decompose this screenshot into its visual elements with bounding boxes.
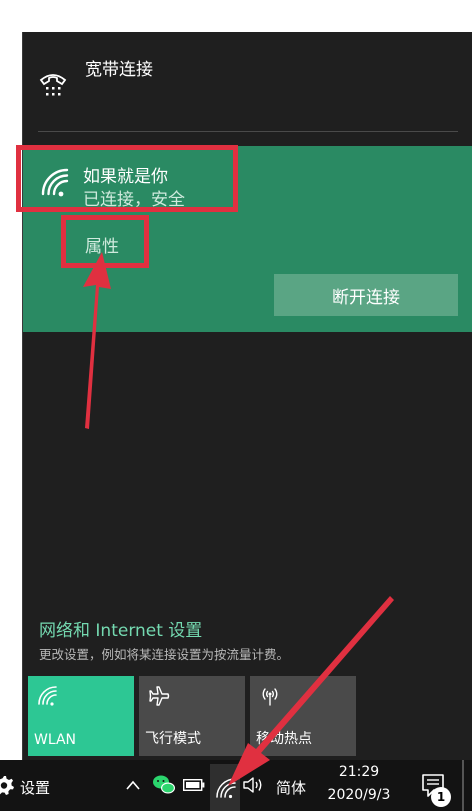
network-settings-link[interactable]: 网络和 Internet 设置 — [39, 616, 202, 641]
taskbar: 设置 简体 21:29 2020/9/3 1 — [0, 760, 472, 811]
network-flyout: 宽带连接 如果就是你 已连接，安全 属性 断开连接 网络和 Internet 设… — [22, 32, 472, 760]
wlan-toggle-tile[interactable]: WLAN — [28, 676, 134, 756]
mobile-hotspot-tile[interactable]: 移动热点 — [250, 676, 356, 756]
wifi-icon — [38, 686, 57, 706]
broadband-connection-item[interactable]: 宽带连接 — [23, 32, 472, 130]
annotation-box-network — [16, 145, 238, 212]
wlan-tile-label: WLAN — [34, 732, 77, 748]
broadband-label: 宽带连接 — [85, 60, 153, 80]
dialup-phone-icon — [39, 74, 67, 96]
notification-count-badge: 1 — [431, 787, 451, 807]
annotation-box-properties — [61, 215, 149, 268]
taskbar-wifi-button[interactable] — [210, 764, 240, 811]
chevron-up-icon[interactable] — [124, 776, 142, 794]
hotspot-tile-label: 移动热点 — [256, 731, 312, 747]
gear-icon[interactable] — [0, 775, 14, 795]
disconnect-button[interactable]: 断开连接 — [274, 274, 458, 316]
airplane-mode-tile[interactable]: 飞行模式 — [139, 676, 245, 756]
wechat-icon[interactable] — [152, 774, 176, 796]
clock-date[interactable]: 2020/9/3 — [320, 787, 398, 803]
taskbar-settings-label[interactable]: 设置 — [20, 777, 50, 798]
network-settings-description: 更改设置，例如将某连接设置为按流量计费。 — [39, 647, 290, 662]
wifi-icon — [216, 778, 236, 799]
divider — [38, 131, 458, 132]
clock-time[interactable]: 21:29 — [326, 764, 392, 780]
hotspot-icon — [262, 688, 278, 706]
input-method-indicator[interactable]: 简体 — [276, 777, 306, 798]
airplane-tile-label: 飞行模式 — [145, 731, 201, 747]
airplane-icon — [149, 686, 170, 706]
volume-icon[interactable] — [242, 775, 266, 795]
show-desktop-edge[interactable] — [462, 760, 464, 811]
battery-icon[interactable] — [183, 779, 205, 791]
